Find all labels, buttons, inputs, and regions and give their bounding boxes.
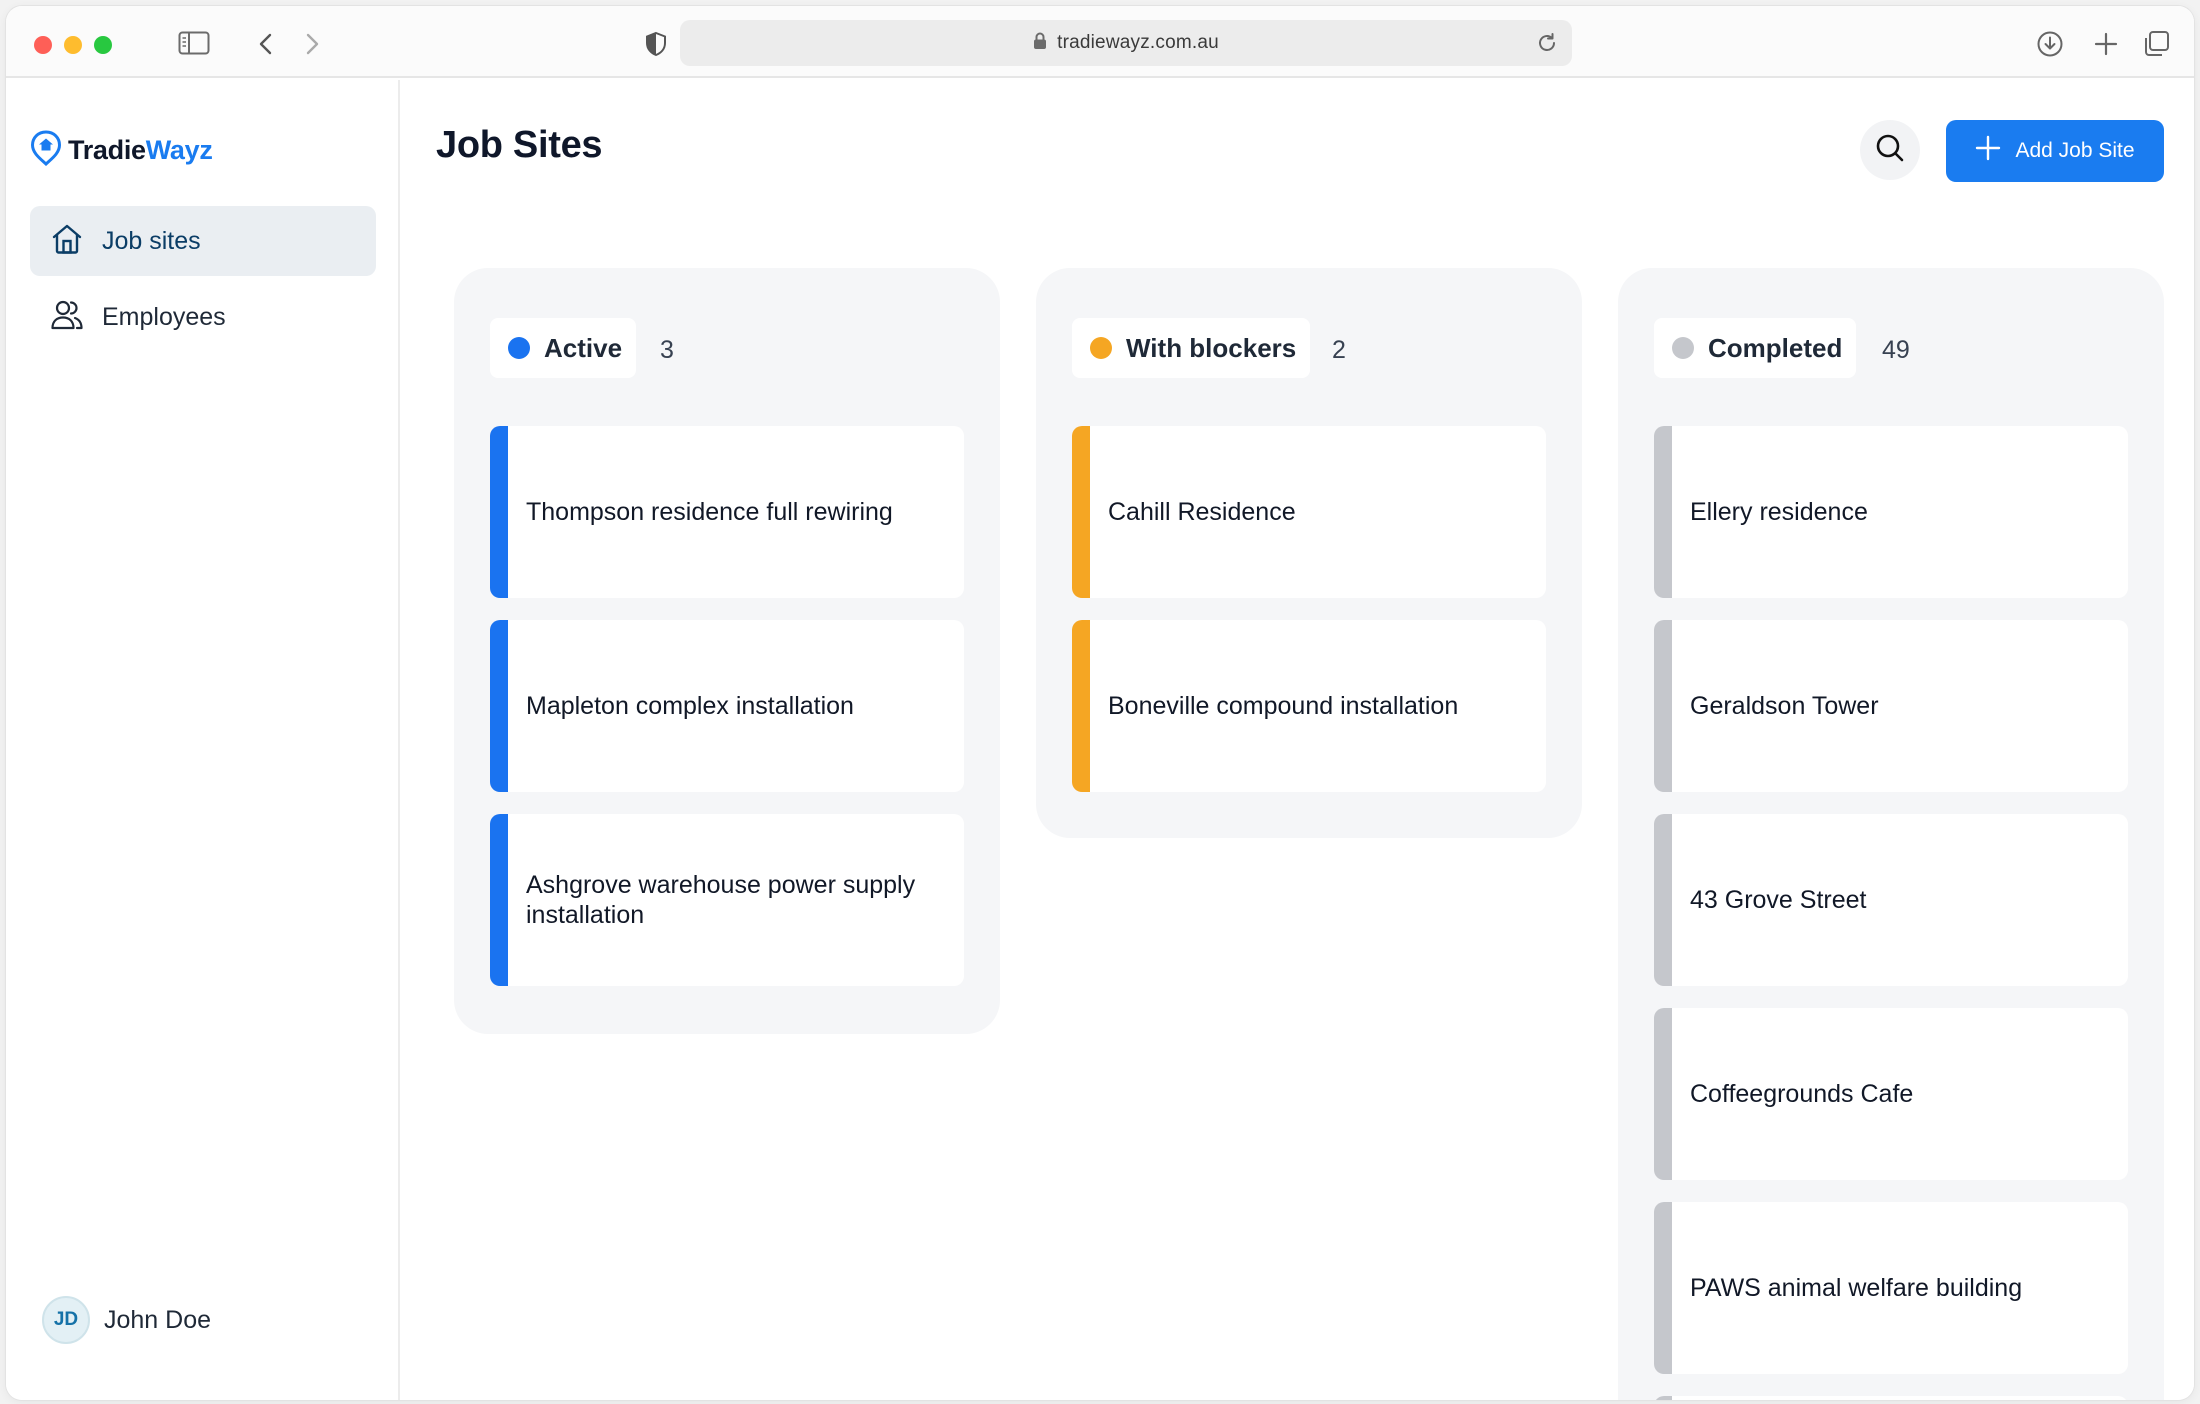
sidebar-item-employees[interactable]: Employees xyxy=(30,282,376,352)
job-card[interactable]: Cahill Residence xyxy=(1072,426,1546,598)
reload-icon[interactable] xyxy=(1536,32,1558,59)
avatar: JD xyxy=(42,1296,90,1344)
main-content: Job Sites Add Job Site Active 3 Thompson… xyxy=(402,80,2194,1400)
sidebar-item-label: Job sites xyxy=(102,226,201,255)
job-card[interactable]: Ashgrove warehouse power supply installa… xyxy=(490,814,964,986)
minimize-window-button[interactable] xyxy=(64,36,82,54)
sidebar-toggle-icon[interactable] xyxy=(176,28,212,58)
status-bar xyxy=(490,620,508,792)
status-bar xyxy=(1654,1202,1672,1374)
app-logo[interactable]: TradieWayz xyxy=(30,130,213,171)
status-bar xyxy=(1654,426,1672,598)
column-header[interactable]: With blockers xyxy=(1072,318,1311,378)
status-dot xyxy=(1090,337,1112,359)
job-card-title: 43 Grove Street xyxy=(1690,885,1867,914)
forward-icon[interactable] xyxy=(300,30,326,58)
job-card-title: Mapleton complex installation xyxy=(526,691,854,720)
add-job-site-button[interactable]: Add Job Site xyxy=(1946,120,2164,182)
column-title: Active xyxy=(544,332,623,363)
job-card[interactable]: PAWS animal welfare building xyxy=(1654,1202,2128,1374)
status-bar xyxy=(1654,1008,1672,1180)
page-title: Job Sites xyxy=(436,124,603,166)
column-count: 2 xyxy=(1332,336,1346,364)
back-icon[interactable] xyxy=(252,30,278,58)
job-card[interactable]: Thompson residence full rewiring xyxy=(490,426,964,598)
column-title: With blockers xyxy=(1126,332,1297,363)
column-count: 3 xyxy=(660,336,674,364)
job-card-title: Ellery residence xyxy=(1690,497,1868,526)
address-bar[interactable]: tradiewayz.com.au xyxy=(680,20,1572,66)
job-card-title: Cahill Residence xyxy=(1108,497,1296,526)
status-bar xyxy=(490,814,508,986)
job-card[interactable]: Mapleton complex installation xyxy=(490,620,964,792)
plus-icon xyxy=(1975,135,2001,167)
url-text: tradiewayz.com.au xyxy=(1057,32,1219,53)
users-icon xyxy=(50,298,84,337)
downloads-icon[interactable] xyxy=(2034,28,2066,60)
job-card-title: Ashgrove warehouse power supply installa… xyxy=(526,870,916,930)
user-profile[interactable]: JD John Doe xyxy=(42,1296,211,1344)
job-card-partial[interactable] xyxy=(1654,1396,2128,1400)
job-card[interactable]: 43 Grove Street xyxy=(1654,814,2128,986)
search-icon xyxy=(1874,132,1906,169)
status-bar xyxy=(1654,1396,1672,1400)
new-tab-icon[interactable] xyxy=(2090,28,2122,60)
browser-toolbar: tradiewayz.com.au xyxy=(6,6,2194,78)
column-active: Active 3 Thompson residence full rewirin… xyxy=(454,268,1000,1034)
column-count: 49 xyxy=(1882,336,1910,364)
home-icon xyxy=(50,222,84,261)
maximize-window-button[interactable] xyxy=(94,36,112,54)
browser-window: tradiewayz.com.au TradieWayz Job sites E… xyxy=(6,6,2194,1400)
job-card[interactable]: Coffeegrounds Cafe xyxy=(1654,1008,2128,1180)
add-button-label: Add Job Site xyxy=(2015,139,2135,162)
sidebar-item-job-sites[interactable]: Job sites xyxy=(30,206,376,276)
job-card[interactable]: Geraldson Tower xyxy=(1654,620,2128,792)
status-bar xyxy=(1654,620,1672,792)
job-card-title: Coffeegrounds Cafe xyxy=(1690,1079,1914,1108)
job-card[interactable]: Ellery residence xyxy=(1654,426,2128,598)
location-pin-icon xyxy=(30,130,62,171)
tab-overview-icon[interactable] xyxy=(2140,28,2172,60)
user-name: John Doe xyxy=(104,1305,212,1334)
job-card[interactable]: Boneville compound installation xyxy=(1072,620,1546,792)
search-button[interactable] xyxy=(1860,120,1920,180)
close-window-button[interactable] xyxy=(34,36,52,54)
sidebar: TradieWayz Job sites Employees JD John D… xyxy=(6,80,400,1400)
column-header[interactable]: Active xyxy=(490,318,637,378)
column-header[interactable]: Completed xyxy=(1654,318,1857,378)
column-completed: Completed 49 Ellery residence Geraldson … xyxy=(1618,268,2164,1400)
privacy-shield-icon[interactable] xyxy=(642,30,670,58)
job-card-title: Boneville compound installation xyxy=(1108,691,1459,720)
status-bar xyxy=(1072,620,1090,792)
lock-icon xyxy=(1033,32,1047,55)
column-title: Completed xyxy=(1708,332,1843,363)
logo-text-primary: Tradie xyxy=(68,135,146,165)
status-bar xyxy=(490,426,508,598)
status-bar xyxy=(1654,814,1672,986)
job-card-title: Thompson residence full rewiring xyxy=(526,497,893,526)
status-dot xyxy=(1672,337,1694,359)
status-bar xyxy=(1072,426,1090,598)
sidebar-item-label: Employees xyxy=(102,302,226,331)
logo-text-accent: Wayz xyxy=(145,135,213,165)
job-card-title: Geraldson Tower xyxy=(1690,691,1879,720)
job-card-title: PAWS animal welfare building xyxy=(1690,1273,2023,1302)
column-with-blockers: With blockers 2 Cahill Residence Bonevil… xyxy=(1036,268,1582,838)
status-dot xyxy=(508,337,530,359)
